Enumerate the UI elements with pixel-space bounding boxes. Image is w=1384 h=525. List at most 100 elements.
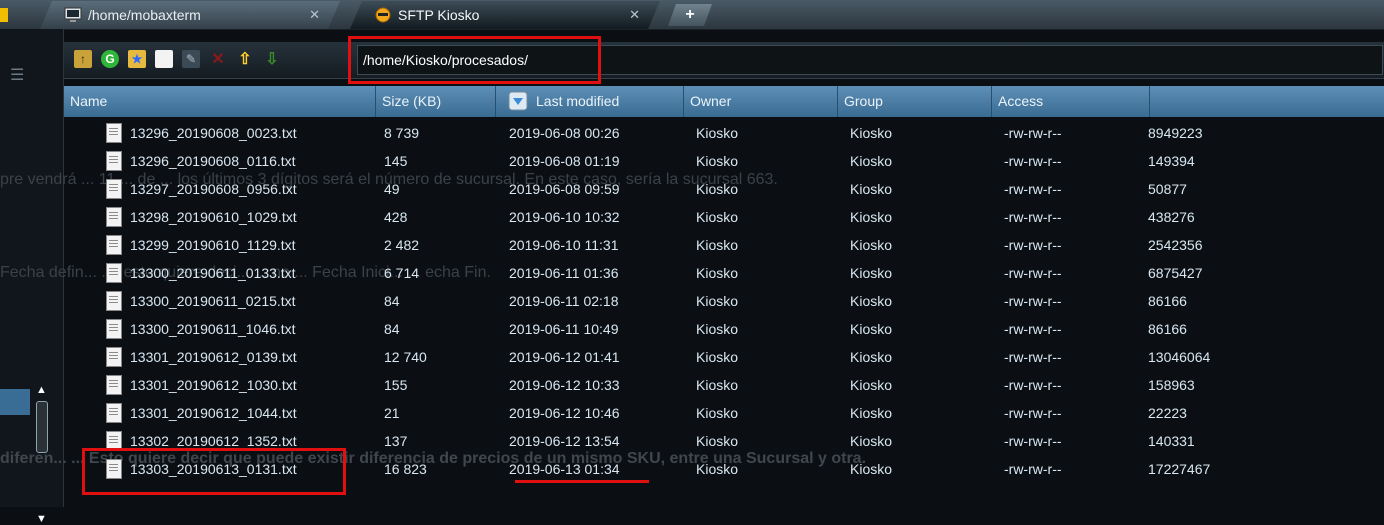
file-modified: 2019-06-12 01:41 bbox=[509, 349, 620, 365]
file-owner: Kiosko bbox=[696, 433, 739, 449]
column-name[interactable]: Name bbox=[64, 86, 376, 117]
scroll-up-icon[interactable]: ▲ bbox=[36, 384, 47, 396]
table-row[interactable]: 13300_20190611_0133.txt 6 714 2019-06-11 0… bbox=[64, 260, 1384, 288]
file-size: 49 bbox=[384, 181, 400, 197]
file-name: 13301_20190612_1044.txt bbox=[130, 405, 297, 421]
file-owner: Kiosko bbox=[696, 209, 739, 225]
file-bytes: 22223 bbox=[1148, 405, 1187, 421]
download-icon[interactable]: ⇩ bbox=[263, 50, 281, 68]
scroll-down-icon[interactable]: ▼ bbox=[36, 513, 47, 525]
file-bytes: 149394 bbox=[1148, 153, 1195, 169]
sftp-icon bbox=[374, 7, 392, 23]
file-size: 84 bbox=[384, 321, 400, 337]
file-owner: Kiosko bbox=[696, 461, 739, 477]
highlight-box-file bbox=[82, 448, 346, 495]
scrollbar-thumb[interactable] bbox=[36, 401, 48, 453]
file-modified: 2019-06-08 09:59 bbox=[509, 181, 620, 197]
file-name: 13301_20190612_0139.txt bbox=[130, 349, 297, 365]
text-file-icon bbox=[106, 403, 122, 423]
text-file-icon bbox=[106, 151, 122, 171]
table-row[interactable]: 13300_20190611_1046.txt 84 2019-06-11 10:4… bbox=[64, 316, 1384, 344]
highlight-box-path bbox=[348, 36, 601, 84]
upload-icon[interactable]: ⇧ bbox=[236, 50, 254, 68]
terminal-icon bbox=[64, 7, 82, 23]
file-group: Kiosko bbox=[850, 321, 893, 337]
table-row[interactable]: 13300_20190611_0215.txt 84 2019-06-11 02:1… bbox=[64, 288, 1384, 316]
selected-item[interactable] bbox=[0, 389, 30, 415]
menu-icon[interactable]: ☰ bbox=[10, 65, 24, 85]
file-access: -rw-rw-r-- bbox=[1004, 153, 1062, 169]
file-size: 155 bbox=[384, 377, 408, 393]
table-row[interactable]: 13301_20190612_1030.txt 155 2019-06-12 10:… bbox=[64, 372, 1384, 400]
text-file-icon bbox=[106, 319, 122, 339]
refresh-icon[interactable]: G bbox=[101, 50, 119, 68]
sort-descending-icon[interactable] bbox=[508, 91, 528, 111]
file-size: 145 bbox=[384, 153, 408, 169]
text-file-icon bbox=[106, 123, 122, 143]
parent-folder-icon[interactable]: ↑ bbox=[74, 50, 92, 68]
file-bytes: 140331 bbox=[1148, 433, 1195, 449]
file-owner: Kiosko bbox=[696, 153, 739, 169]
column-header: Name Size (KB) Last modified Owner Group… bbox=[64, 86, 1384, 117]
text-file-icon bbox=[106, 347, 122, 367]
edit-icon[interactable]: ✎ bbox=[182, 50, 200, 68]
file-name: 13296_20190608_0116.txt bbox=[130, 153, 296, 169]
file-owner: Kiosko bbox=[696, 349, 739, 365]
file-group: Kiosko bbox=[850, 237, 893, 253]
file-owner: Kiosko bbox=[696, 377, 739, 393]
file-name: 13296_20190608_0023.txt bbox=[130, 125, 297, 141]
column-group[interactable]: Group bbox=[838, 86, 992, 117]
file-modified: 2019-06-12 10:33 bbox=[509, 377, 620, 393]
file-access: -rw-rw-r-- bbox=[1004, 293, 1062, 309]
table-row[interactable]: 13298_20190610_1029.txt 428 2019-06-10 10:… bbox=[64, 204, 1384, 232]
table-row[interactable]: 13301_20190612_1044.txt 21 2019-06-12 10:4… bbox=[64, 400, 1384, 428]
column-last-modified-label: Last modified bbox=[536, 93, 620, 109]
file-bytes: 50877 bbox=[1148, 181, 1187, 197]
file-name: 13298_20190610_1029.txt bbox=[130, 209, 297, 225]
file-size: 6 714 bbox=[384, 265, 420, 281]
file-size: 8 739 bbox=[384, 125, 420, 141]
text-file-icon bbox=[106, 263, 122, 283]
file-group: Kiosko bbox=[850, 461, 893, 477]
file-size: 84 bbox=[384, 293, 400, 309]
file-group: Kiosko bbox=[850, 293, 893, 309]
table-row[interactable]: 13299_20190610_1129.txt 2 482 2019-06-10 1… bbox=[64, 232, 1384, 260]
file-group: Kiosko bbox=[850, 377, 893, 393]
file-size: 21 bbox=[384, 405, 400, 421]
table-row[interactable]: 13297_20190608_0956.txt 49 2019-06-08 09:5… bbox=[64, 176, 1384, 204]
column-size[interactable]: Size (KB) bbox=[376, 86, 496, 117]
file-size: 16 823 bbox=[384, 461, 427, 477]
new-folder-icon[interactable]: ★ bbox=[128, 50, 146, 68]
new-tab-button[interactable]: + bbox=[668, 4, 712, 26]
delete-icon[interactable]: ✕ bbox=[209, 50, 227, 68]
file-owner: Kiosko bbox=[696, 265, 739, 281]
file-access: -rw-rw-r-- bbox=[1004, 265, 1062, 281]
file-modified: 2019-06-11 02:18 bbox=[509, 293, 619, 309]
file-bytes: 13046064 bbox=[1148, 349, 1211, 365]
file-access: -rw-rw-r-- bbox=[1004, 461, 1062, 477]
app-icon bbox=[0, 8, 8, 22]
table-row[interactable]: 13296_20190608_0023.txt 8 739 2019-06-08 0… bbox=[64, 120, 1384, 148]
file-modified: 2019-06-10 11:31 bbox=[509, 237, 619, 253]
table-row[interactable]: 13296_20190608_0116.txt 145 2019-06-08 01:… bbox=[64, 148, 1384, 176]
column-owner[interactable]: Owner bbox=[684, 86, 838, 117]
tab-mobaxterm[interactable]: /home/mobaxterm ✕ bbox=[40, 1, 340, 29]
table-row[interactable]: 13301_20190612_0139.txt 12 740 2019-06-12 … bbox=[64, 344, 1384, 372]
file-name: 13301_20190612_1030.txt bbox=[130, 377, 297, 393]
file-owner: Kiosko bbox=[696, 321, 739, 337]
file-access: -rw-rw-r-- bbox=[1004, 125, 1062, 141]
column-access[interactable]: Access bbox=[992, 86, 1150, 117]
file-group: Kiosko bbox=[850, 209, 893, 225]
file-size: 2 482 bbox=[384, 237, 420, 253]
file-name: 13300_20190611_0215.txt bbox=[130, 293, 296, 309]
file-owner: Kiosko bbox=[696, 293, 739, 309]
close-icon[interactable]: ✕ bbox=[629, 7, 640, 23]
file-size: 428 bbox=[384, 209, 408, 225]
column-bytes[interactable] bbox=[1150, 86, 1384, 117]
tab-sftp-kiosko[interactable]: SFTP Kiosko ✕ bbox=[350, 1, 660, 29]
file-group: Kiosko bbox=[850, 433, 893, 449]
file-access: -rw-rw-r-- bbox=[1004, 433, 1062, 449]
close-icon[interactable]: ✕ bbox=[309, 7, 320, 23]
new-file-icon[interactable] bbox=[155, 50, 173, 68]
file-access: -rw-rw-r-- bbox=[1004, 377, 1062, 393]
